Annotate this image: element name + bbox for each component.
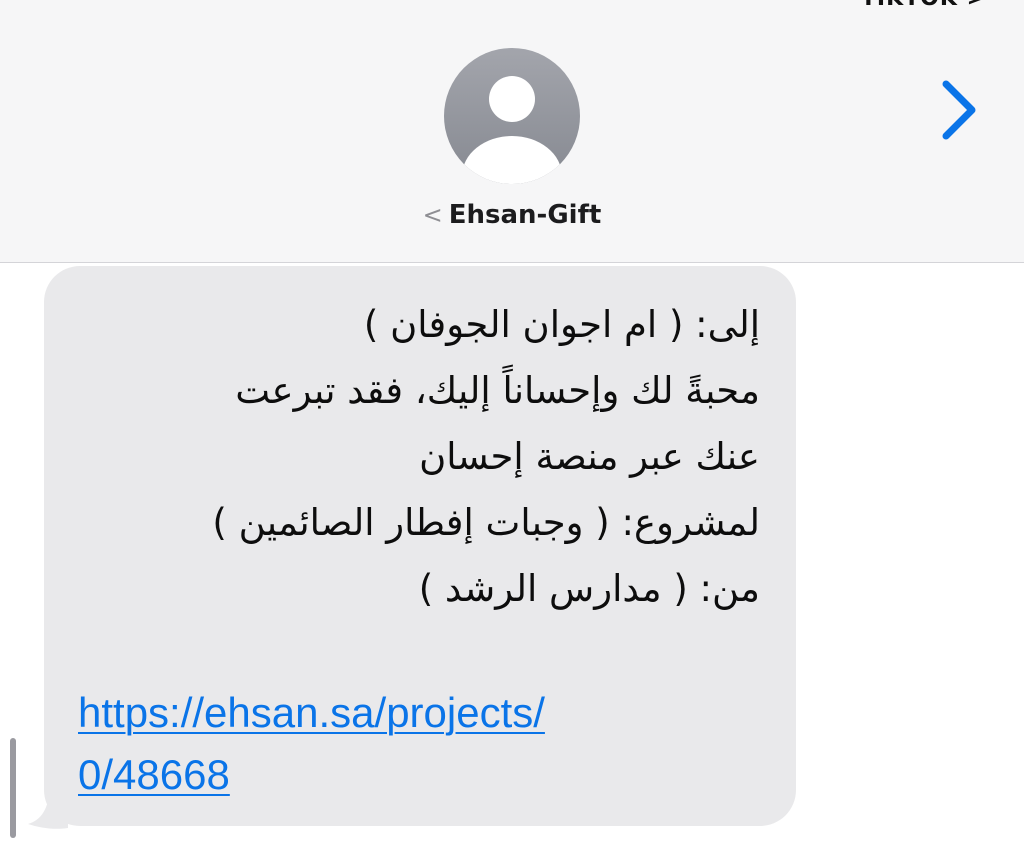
avatar-head-shape bbox=[489, 76, 535, 122]
message-line: من: ( مدارس الرشد ) bbox=[418, 567, 760, 610]
conversation-header: TIKTOK > <Ehsan-Gift bbox=[0, 0, 1024, 263]
message-line: إلى: ( ام اجوان الجوفان ) bbox=[363, 303, 760, 346]
message-line: عنك عبر منصة إحسان bbox=[419, 435, 760, 478]
link-line[interactable]: https://ehsan.sa/projects/ bbox=[78, 682, 698, 744]
link-line[interactable]: 0/48668 bbox=[78, 744, 698, 806]
message-line: لمشروع: ( وجبات إفطار الصائمين ) bbox=[212, 501, 760, 544]
chevron-left-icon: < bbox=[422, 201, 443, 229]
messages-screen: TIKTOK > <Ehsan-Gift إلى: ( ام اجوان الج… bbox=[0, 0, 1024, 847]
contact-name-row[interactable]: < Ehsan-Gift bbox=[0, 200, 1024, 230]
message-text: إلى: ( ام اجوان الجوفان ) محبةً لك وإحسا… bbox=[60, 292, 760, 622]
avatar-body-shape bbox=[462, 136, 562, 184]
message-line: محبةً لك وإحساناً إليك، فقد تبرعت bbox=[235, 369, 760, 412]
scroll-indicator[interactable] bbox=[10, 738, 16, 838]
contact-avatar[interactable] bbox=[444, 48, 580, 184]
project-link[interactable]: https://ehsan.sa/projects/ 0/48668 bbox=[78, 682, 698, 806]
status-fragment: TIKTOK > bbox=[861, 0, 986, 11]
contact-name: Ehsan-Gift bbox=[448, 200, 602, 230]
bubble-tail bbox=[28, 790, 68, 829]
chevron-right-icon[interactable] bbox=[938, 78, 978, 142]
